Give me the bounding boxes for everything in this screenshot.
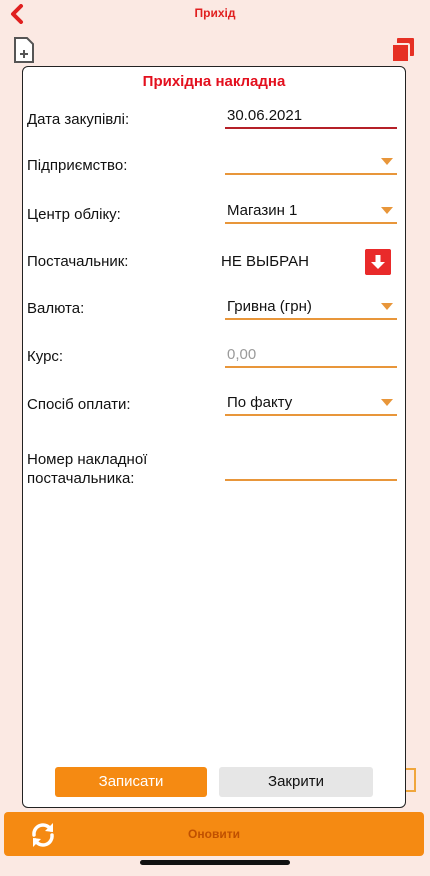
supplier-row: Постачальник: НЕ ВЫБРАН xyxy=(27,249,399,293)
document-icon[interactable] xyxy=(12,36,36,64)
supplier-invoice-label-2: постачальника: xyxy=(27,470,135,487)
chevron-down-icon xyxy=(381,303,393,310)
accounting-center-label: Центр обліку: xyxy=(27,206,121,223)
top-bar: Прихід xyxy=(0,0,430,30)
accounting-center-select[interactable]: Магазин 1 xyxy=(225,198,397,224)
enterprise-label: Підприємство: xyxy=(27,157,128,174)
purchase-date-label: Дата закупівлі: xyxy=(27,111,130,128)
rate-label: Курс: xyxy=(27,348,64,365)
rate-input[interactable]: 0,00 xyxy=(225,342,397,368)
accounting-center-value: Магазин 1 xyxy=(227,202,298,219)
close-button[interactable]: Закрити xyxy=(219,767,373,797)
invoice-modal: Прихідна накладна Дата закупівлі: 30.06.… xyxy=(22,66,406,808)
currency-label: Валюта: xyxy=(27,300,85,317)
currency-select[interactable]: Гривна (грн) xyxy=(225,294,397,320)
arrow-down-icon[interactable] xyxy=(365,249,391,275)
app-title: Прихід xyxy=(194,6,236,20)
home-indicator xyxy=(140,860,290,865)
supplier-invoice-row: Номер накладної постачальника: xyxy=(27,451,399,501)
payment-method-select[interactable]: По факту xyxy=(225,390,397,416)
purchase-date-field[interactable]: 30.06.2021 xyxy=(225,103,397,129)
currency-row: Валюта: Гривна (грн) xyxy=(27,298,399,340)
supplier-value: НЕ ВЫБРАН xyxy=(221,253,309,270)
refresh-icon xyxy=(32,823,54,847)
accounting-center-row: Центр обліку: Магазин 1 xyxy=(27,202,399,244)
copy-icon[interactable] xyxy=(390,36,416,64)
purchase-date-row: Дата закупівлі: 30.06.2021 xyxy=(27,107,399,149)
chevron-down-icon xyxy=(381,158,393,165)
rate-row: Курс: 0,00 xyxy=(27,346,399,388)
refresh-label: Оновити xyxy=(188,827,240,841)
refresh-bar[interactable]: Оновити xyxy=(4,812,424,856)
payment-method-row: Спосіб оплати: По факту xyxy=(27,394,399,436)
supplier-label: Постачальник: xyxy=(27,253,129,270)
enterprise-row: Підприємство: xyxy=(27,155,399,195)
chevron-down-icon xyxy=(381,207,393,214)
enterprise-select[interactable] xyxy=(225,149,397,175)
currency-value: Гривна (грн) xyxy=(227,298,312,315)
payment-method-value: По факту xyxy=(227,394,293,411)
modal-title: Прихідна накладна xyxy=(142,73,286,90)
supplier-invoice-input[interactable] xyxy=(225,455,397,481)
payment-method-label: Спосіб оплати: xyxy=(27,396,131,413)
purchase-date-value: 30.06.2021 xyxy=(227,107,303,124)
chevron-down-icon xyxy=(381,399,393,406)
save-button[interactable]: Записати xyxy=(55,767,207,797)
rate-placeholder: 0,00 xyxy=(227,346,257,363)
supplier-invoice-label-1: Номер накладної xyxy=(27,451,148,468)
